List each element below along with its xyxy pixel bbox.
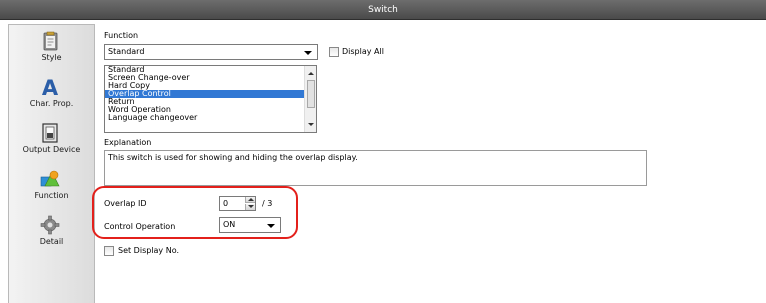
display-all-checkbox[interactable] bbox=[329, 47, 339, 57]
sidebar-item-detail[interactable]: Detail bbox=[9, 215, 94, 255]
sidebar-item-style[interactable]: Style bbox=[9, 31, 94, 71]
display-all-label: Display All bbox=[342, 47, 384, 56]
scroll-up-icon[interactable] bbox=[308, 72, 314, 75]
main-panel: Function Standard Display All Standard S… bbox=[96, 24, 766, 303]
function-listbox[interactable]: Standard Screen Change-over Hard Copy Ov… bbox=[104, 65, 317, 133]
explanation-label: Explanation bbox=[104, 138, 152, 147]
listbox-scrollbar[interactable] bbox=[304, 66, 316, 132]
sidebar-item-output-device[interactable]: Output Device bbox=[9, 123, 94, 163]
sidebar-item-label: Output Device bbox=[22, 145, 81, 154]
list-item[interactable]: Language changeover bbox=[105, 114, 305, 122]
function-dropdown-value: Standard bbox=[108, 47, 145, 56]
window-title-bar: Switch bbox=[0, 0, 766, 20]
explanation-text: This switch is used for showing and hidi… bbox=[108, 153, 358, 162]
sidebar-item-label: Detail bbox=[39, 237, 64, 246]
sidebar-item-function[interactable]: Function bbox=[9, 169, 94, 209]
sidebar-item-label: Char. Prop. bbox=[29, 99, 74, 108]
char-a-icon: A bbox=[42, 77, 59, 97]
gear-detail-icon bbox=[40, 215, 60, 235]
sidebar-item-char-prop[interactable]: A Char. Prop. bbox=[9, 77, 94, 117]
sidebar: Style A Char. Prop. Output Device Functi… bbox=[8, 24, 95, 303]
explanation-box: This switch is used for showing and hidi… bbox=[104, 150, 647, 186]
set-display-checkbox[interactable] bbox=[104, 246, 114, 256]
scrollbar-thumb[interactable] bbox=[307, 80, 315, 108]
set-display-label: Set Display No. bbox=[118, 246, 179, 255]
window-title: Switch bbox=[368, 5, 398, 15]
function-dropdown[interactable]: Standard bbox=[104, 44, 318, 60]
scroll-down-icon[interactable] bbox=[308, 123, 314, 126]
chevron-down-icon bbox=[304, 51, 312, 55]
function-label: Function bbox=[104, 31, 139, 40]
list-item-selected[interactable]: Overlap Control bbox=[105, 90, 305, 98]
highlight-outline bbox=[92, 186, 298, 239]
output-device-icon bbox=[42, 123, 58, 143]
function-shapes-icon bbox=[40, 170, 60, 187]
sidebar-item-label: Function bbox=[34, 191, 69, 200]
svg-text:A: A bbox=[42, 77, 59, 97]
clipboard-style-icon bbox=[43, 31, 58, 51]
sidebar-item-label: Style bbox=[41, 53, 62, 62]
